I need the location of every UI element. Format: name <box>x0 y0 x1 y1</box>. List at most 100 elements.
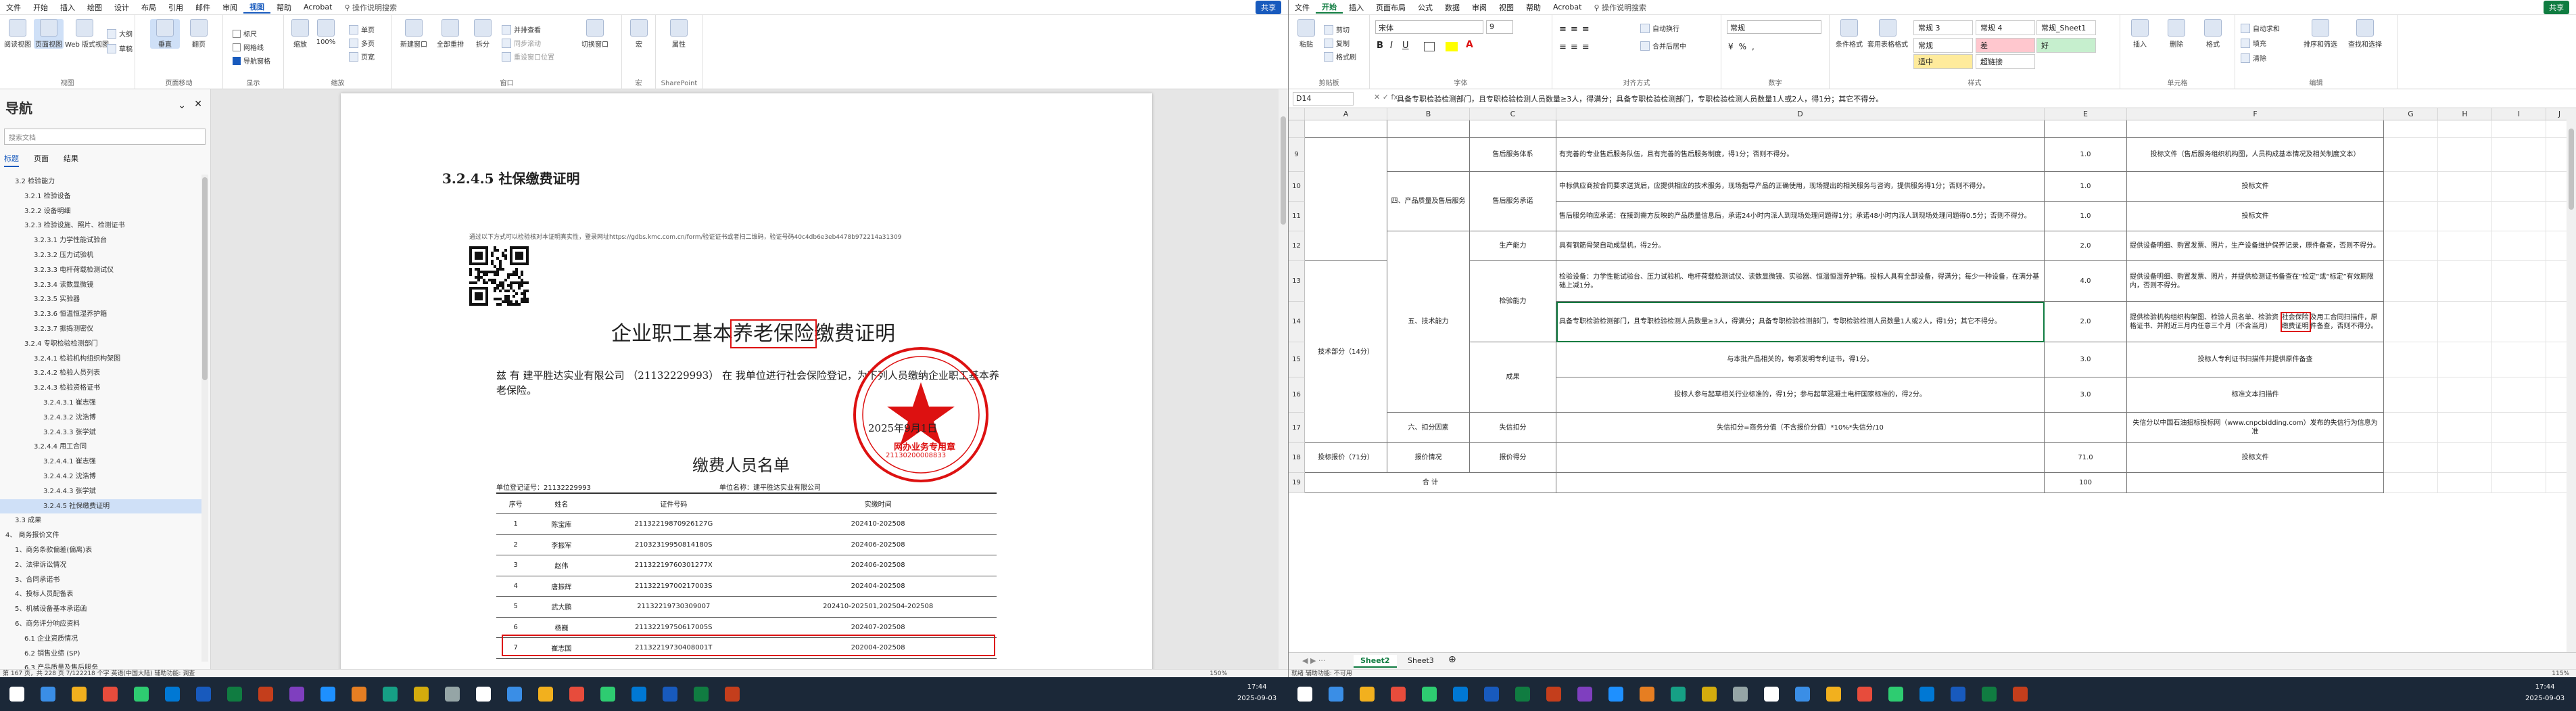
grid-cell[interactable] <box>2438 120 2492 138</box>
edge-icon[interactable] <box>165 687 180 702</box>
start-icon[interactable] <box>1297 687 1312 702</box>
excel-menu-home[interactable]: 开始 <box>1316 1 1343 14</box>
start-icon[interactable] <box>476 687 491 702</box>
grid-cell[interactable] <box>1556 473 2045 493</box>
word-menu-view[interactable]: 视图 <box>243 1 270 14</box>
nav-heading-item[interactable]: 6.2 销售业绩 (SP) <box>0 647 201 662</box>
border-icon[interactable] <box>1424 42 1435 51</box>
grid-cell[interactable] <box>2546 138 2567 172</box>
select-all-corner[interactable] <box>1289 108 1305 120</box>
folder-icon[interactable] <box>538 687 553 702</box>
grid-cell[interactable]: 成果 <box>1470 342 1556 413</box>
browser-icon[interactable] <box>569 687 584 702</box>
nav-heading-item[interactable]: 3、合同承诺书 <box>0 573 201 588</box>
excel-menu-acrobat[interactable]: Acrobat <box>1547 3 1588 12</box>
word-menu-layout[interactable]: 布局 <box>135 2 162 13</box>
add-sheet-icon[interactable]: ⊕ <box>1441 653 1463 666</box>
chat-icon[interactable] <box>600 687 615 702</box>
grid-cell[interactable] <box>2492 138 2546 172</box>
nav-heading-item[interactable]: 3.2.3.6 恒温恒湿养护箱 <box>0 307 201 322</box>
number-format-select[interactable]: 常规 <box>1727 20 1821 34</box>
nav-heading-item[interactable]: 1、商务条款偏差(偏离)表 <box>0 543 201 558</box>
grid-cell[interactable] <box>1387 120 1470 138</box>
row-header[interactable]: 17 <box>1289 413 1305 443</box>
ruler-checkbox[interactable]: 标尺 <box>233 28 257 39</box>
excel-icon[interactable] <box>1515 687 1530 702</box>
folder-icon[interactable] <box>1360 687 1375 702</box>
name-box[interactable]: D14 <box>1293 92 1354 106</box>
wrap-text-button[interactable]: 自动换行 <box>1640 23 1679 33</box>
nav-heading-item[interactable]: 3.2.4.1 检验机构组织构架图 <box>0 352 201 367</box>
print-layout-button[interactable]: 页面视图 <box>34 19 64 49</box>
grid-cell[interactable] <box>2492 172 2546 202</box>
nav-pane-checkbox[interactable]: 导航窗格 <box>233 55 270 66</box>
grid-cell[interactable] <box>2546 202 2567 231</box>
word-menu-design[interactable]: 设计 <box>108 2 135 13</box>
app-icon[interactable] <box>352 687 366 702</box>
grid-cell[interactable] <box>2438 202 2492 231</box>
nav-heading-item[interactable]: 3.2.3.1 力学性能试验台 <box>0 233 201 248</box>
word-menu-file[interactable]: 文件 <box>0 2 27 13</box>
grid-cell[interactable] <box>2438 413 2492 443</box>
page-width-button[interactable]: 页宽 <box>349 51 375 62</box>
nav-heading-item[interactable]: 3.2.2 设备明细 <box>0 204 201 219</box>
grid-cell[interactable]: 报价得分 <box>1470 443 1556 473</box>
format-cells-button[interactable]: 格式 <box>2197 19 2228 49</box>
nav-heading-item[interactable]: 5、机械设备基本承诺函 <box>0 602 201 617</box>
excel-menu-review[interactable]: 审阅 <box>1466 2 1493 13</box>
autosum-button[interactable]: 自动求和 <box>2241 23 2280 33</box>
app-icon[interactable] <box>1608 687 1623 702</box>
cell-style-option[interactable]: 好 <box>2036 38 2096 53</box>
grid-cell[interactable] <box>2384 138 2438 172</box>
grid-cell[interactable]: 提供设备明细、购置发票、照片，并提供检测证书备查在“检定”或“标定”有效期限内，… <box>2127 261 2384 302</box>
search-icon[interactable] <box>41 687 55 702</box>
arrange-all-button[interactable]: 全部重排 <box>433 19 468 49</box>
onenote-icon[interactable] <box>1577 687 1592 702</box>
grid-cell[interactable]: 1.0 <box>2045 202 2127 231</box>
word-icon[interactable] <box>1484 687 1499 702</box>
onenote-icon[interactable] <box>289 687 304 702</box>
grid-cell[interactable]: 生产能力 <box>1470 231 1556 261</box>
grid-cell[interactable] <box>2546 172 2567 202</box>
delete-cells-button[interactable]: 删除 <box>2161 19 2192 49</box>
nav-heading-item[interactable]: 3.2.4.3.2 沈浩博 <box>0 411 201 426</box>
document-scroll-thumb[interactable] <box>1281 116 1286 225</box>
app-icon[interactable] <box>414 687 429 702</box>
grid-cell[interactable]: 六、扣分因素 <box>1387 413 1470 443</box>
nav-heading-item[interactable]: 3.2 检验能力 <box>0 175 201 189</box>
grid-cell[interactable]: 71.0 <box>2045 443 2127 473</box>
grid-cell[interactable]: 2.0 <box>2045 231 2127 261</box>
nav-options-icon[interactable]: ⌄ <box>178 100 186 111</box>
grid-cell[interactable] <box>2384 302 2438 342</box>
nav-heading-item[interactable]: 3.2.4.3.1 崔志强 <box>0 396 201 411</box>
word-share-button[interactable]: 共享 <box>1256 0 1281 14</box>
grid-cell[interactable] <box>2384 413 2438 443</box>
row-header[interactable]: 16 <box>1289 377 1305 413</box>
nav-heading-item[interactable]: 3.2.4.4.3 张学斌 <box>0 484 201 499</box>
word-icon[interactable] <box>663 687 677 702</box>
nav-heading-item[interactable]: 3.2.4.3.3 张学斌 <box>0 426 201 440</box>
word-menu-help[interactable]: 帮助 <box>270 2 297 13</box>
grid-cell[interactable]: 五、技术能力 <box>1387 231 1470 413</box>
search-icon[interactable] <box>1795 687 1810 702</box>
macro-button[interactable]: 宏 <box>626 19 652 49</box>
cut-button[interactable]: 剪切 <box>1324 24 1350 35</box>
nav-heading-item[interactable]: 3.2.4.4 用工合同 <box>0 440 201 455</box>
word-menu-acrobat[interactable]: Acrobat <box>297 3 338 12</box>
grid-cell[interactable]: 1.0 <box>2045 138 2127 172</box>
chat-icon[interactable] <box>1888 687 1903 702</box>
app-icon[interactable] <box>1671 687 1686 702</box>
app-icon[interactable] <box>1733 687 1748 702</box>
nav-heading-item[interactable]: 3.2.4.4.1 崔志强 <box>0 455 201 469</box>
switch-window-button[interactable]: 切换窗口 <box>575 19 615 49</box>
read-mode-button[interactable]: 阅读视图 <box>3 19 32 49</box>
nav-heading-item[interactable]: 3.2.3.2 压力试验机 <box>0 248 201 263</box>
search-icon[interactable] <box>507 687 522 702</box>
grid-cell[interactable] <box>1470 120 1556 138</box>
app-icon[interactable] <box>445 687 460 702</box>
grid-cell[interactable]: 检验能力 <box>1470 261 1556 342</box>
excel-icon[interactable] <box>1982 687 1997 702</box>
excel-menu-help[interactable]: 帮助 <box>1520 2 1547 13</box>
fx-icon[interactable]: ✕ ✓ fx <box>1374 93 1398 101</box>
excel-zoom-level[interactable]: 115% <box>2552 670 2569 677</box>
